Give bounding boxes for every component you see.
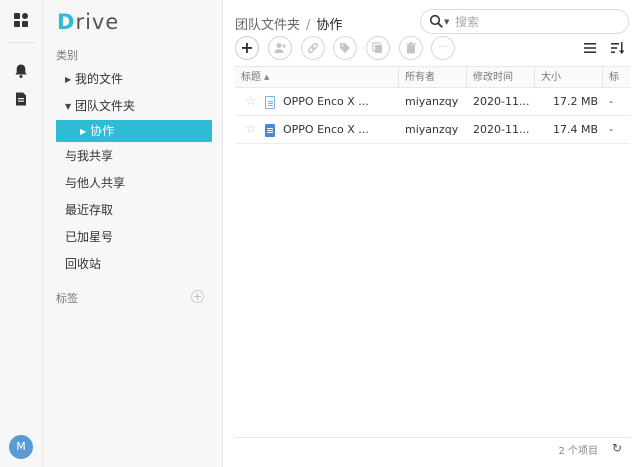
drive-logo: Drive [57, 10, 119, 34]
copy-button[interactable] [366, 36, 390, 60]
share-link-button[interactable] [301, 36, 325, 60]
table-row[interactable]: ☆ OPPO Enco X ... miyanzqy 2020-11... 17… [235, 88, 630, 116]
sort-icon[interactable] [610, 41, 624, 55]
star-icon[interactable]: ☆ [245, 122, 257, 137]
column-header-tag[interactable]: 标 [603, 67, 630, 88]
file-modified: 2020-11... [473, 95, 530, 108]
file-size: 17.2 MB [553, 95, 599, 108]
link-icon [307, 42, 319, 54]
note-icon[interactable] [13, 91, 29, 107]
star-icon[interactable]: ☆ [245, 94, 257, 109]
column-header-size[interactable]: 大小 [535, 67, 603, 88]
sidebar-item-label: 协作 [90, 124, 115, 138]
sidebar-item-shared-with-me[interactable]: 与我共享 [56, 145, 212, 167]
add-user-icon [274, 43, 287, 53]
copy-icon [372, 42, 382, 53]
list-view-icon[interactable] [583, 41, 597, 55]
table-header: 标题 ▲ 所有者 修改时间 大小 标 [235, 66, 630, 88]
file-title[interactable]: OPPO Enco X ... [277, 116, 377, 144]
delete-button[interactable] [399, 36, 423, 60]
bell-icon[interactable] [13, 63, 29, 79]
search-box[interactable]: ▼ [420, 9, 629, 34]
sidebar-item-label: 回收站 [65, 257, 102, 271]
file-title[interactable]: OPPO Enco X ... [277, 88, 377, 116]
sidebar-item-trash[interactable]: 回收站 [56, 253, 212, 275]
category-label: 类别 [56, 49, 78, 62]
breadcrumb-current: 协作 [316, 18, 343, 33]
tag-button[interactable] [333, 36, 357, 60]
drive-app: M Drive 类别 ▶ 我的文件 ▼ 团队文件夹 ▶ 协作 与我共享 与他人共享 最… [0, 0, 640, 467]
logo-text: rive [75, 10, 120, 34]
sidebar-item-recent[interactable]: 最近存取 [56, 199, 212, 221]
rail-divider [8, 42, 35, 43]
add-user-button[interactable] [268, 36, 292, 60]
create-button[interactable]: + [235, 36, 259, 60]
file-table: 标题 ▲ 所有者 修改时间 大小 标 ☆ OPPO Enco X ... miya… [235, 66, 630, 144]
sidebar-item-label: 已加星号 [65, 230, 114, 244]
dashboard-icon[interactable] [13, 12, 29, 28]
sidebar-item-my-files[interactable]: ▶ 我的文件 [56, 68, 212, 90]
sidebar: Drive 类别 ▶ 我的文件 ▼ 团队文件夹 ▶ 协作 与我共享 与他人共享 最近存… [43, 0, 223, 467]
tags-label: 标签 [56, 292, 78, 305]
user-avatar[interactable]: M [9, 435, 33, 459]
sidebar-item-collaboration[interactable]: ▶ 协作 [56, 120, 212, 142]
search-scope-caret-icon[interactable]: ▼ [444, 18, 449, 26]
caret-right-icon: ▶ [65, 75, 72, 84]
search-input[interactable] [455, 13, 620, 31]
caret-right-icon: ▶ [80, 127, 87, 136]
more-button[interactable]: ··· [431, 36, 455, 60]
main-content: 团队文件夹 / 协作 ▼ + [223, 0, 640, 467]
sidebar-item-team-folder[interactable]: ▼ 团队文件夹 [56, 95, 212, 117]
file-tag: - [609, 123, 613, 136]
tag-icon [340, 43, 350, 53]
file-owner: miyanzqy [405, 123, 459, 136]
file-owner: miyanzqy [405, 95, 459, 108]
sort-ascending-icon: ▲ [264, 73, 270, 81]
file-modified: 2020-11... [473, 123, 530, 136]
item-count: 2 个项目 [558, 446, 598, 457]
sidebar-item-label: 团队文件夹 [75, 99, 136, 113]
trash-icon [406, 42, 416, 54]
refresh-icon[interactable]: ↻ [612, 441, 622, 455]
column-header-owner[interactable]: 所有者 [399, 67, 467, 88]
search-icon[interactable] [429, 14, 443, 28]
app-rail: M [0, 0, 43, 467]
logo-letter: D [57, 10, 76, 34]
breadcrumb-separator: / [306, 18, 311, 33]
caret-down-icon: ▼ [65, 102, 72, 111]
document-icon [265, 124, 275, 137]
breadcrumb-parent[interactable]: 团队文件夹 [235, 18, 300, 33]
column-header-label: 标题 [241, 72, 261, 83]
table-row[interactable]: ☆ OPPO Enco X ... miyanzqy 2020-11... 17… [235, 116, 630, 144]
sidebar-item-label: 最近存取 [65, 203, 114, 217]
column-header-title[interactable]: 标题 ▲ [235, 67, 399, 88]
file-size: 17.4 MB [553, 123, 599, 136]
sidebar-item-starred[interactable]: 已加星号 [56, 226, 212, 248]
table-footer: 2 个项目 ↻ [235, 437, 630, 459]
sidebar-item-label: 与我共享 [65, 149, 114, 163]
add-tag-button[interactable]: + [191, 290, 204, 303]
sidebar-item-label: 与他人共享 [65, 176, 126, 190]
sidebar-item-shared-with-others[interactable]: 与他人共享 [56, 172, 212, 194]
column-header-modified[interactable]: 修改时间 [467, 67, 535, 88]
file-tag: - [609, 95, 613, 108]
breadcrumb: 团队文件夹 / 协作 [235, 14, 342, 33]
sidebar-item-label: 我的文件 [75, 72, 124, 86]
document-icon [265, 96, 275, 109]
